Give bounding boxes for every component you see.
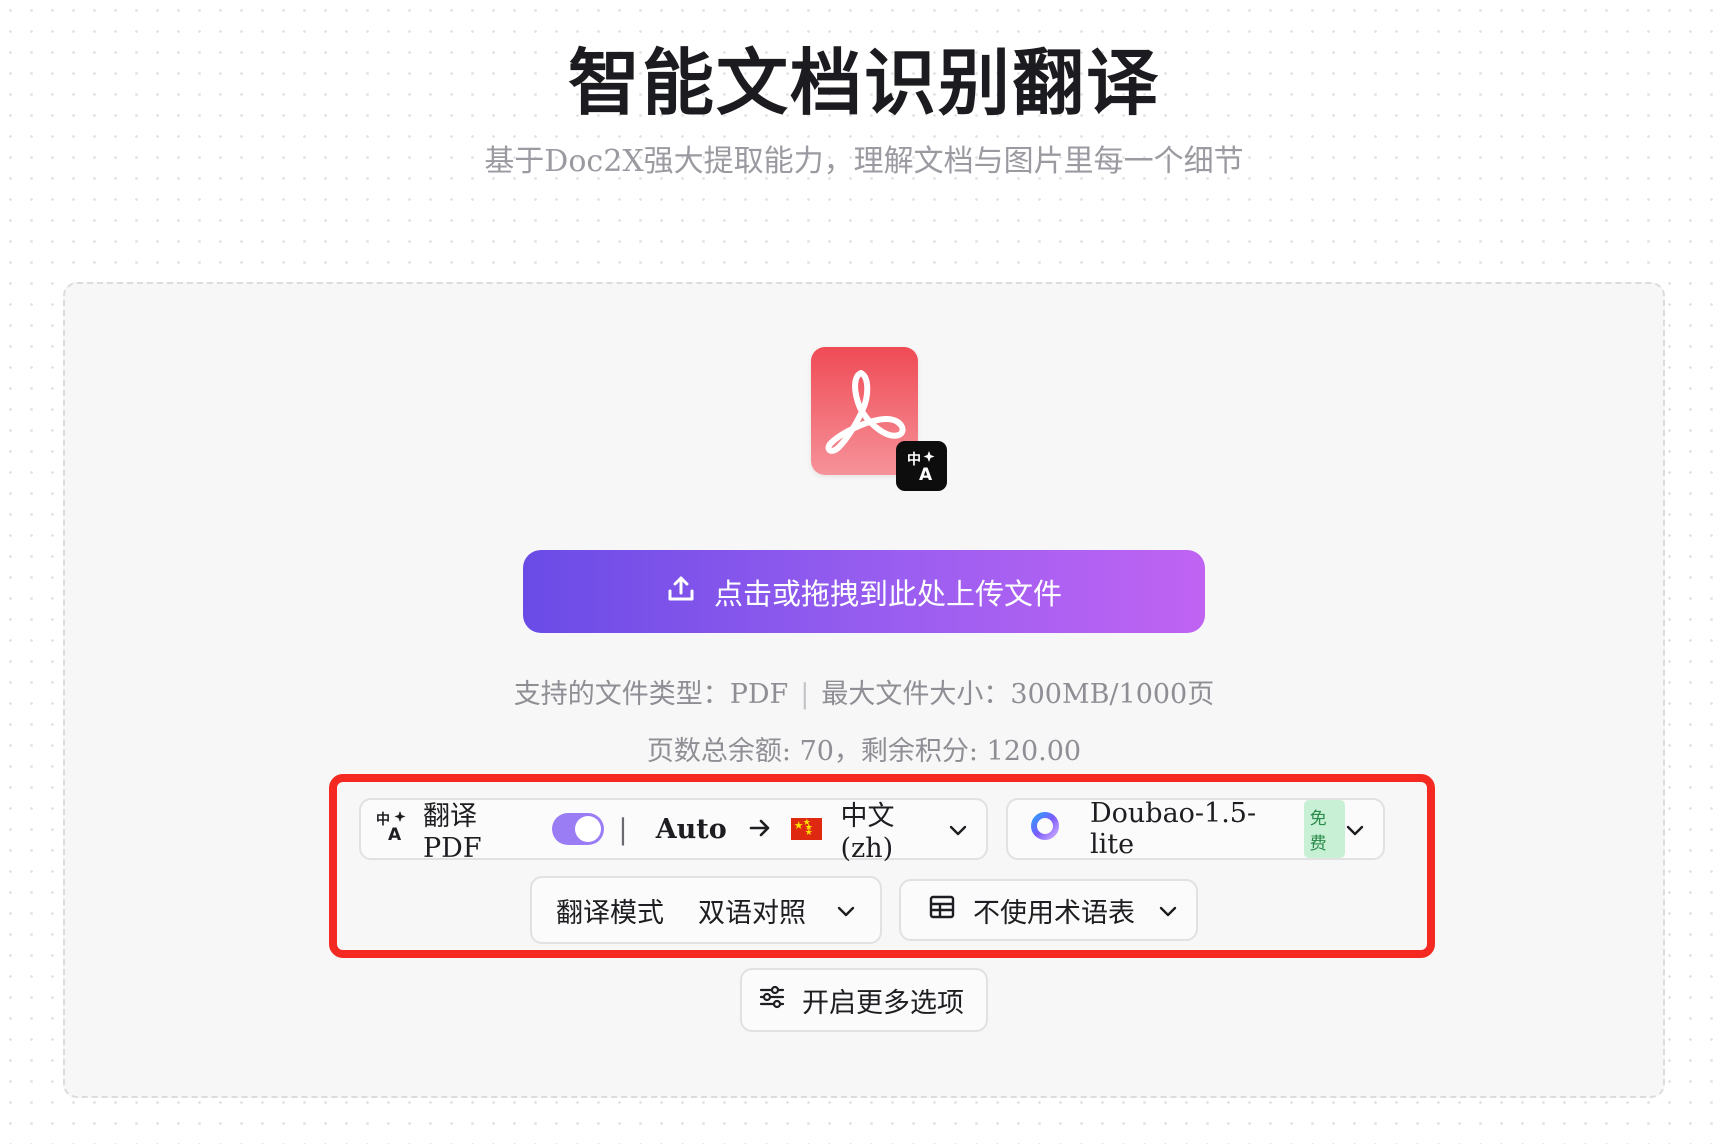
doubao-logo-icon (1030, 811, 1060, 848)
mode-value: 双语对照 (698, 897, 806, 929)
page-subtitle: 基于Doc2X强大提取能力，理解文档与图片里每一个细节 (484, 144, 1244, 179)
glossary-selector[interactable]: 不使用术语表 (899, 879, 1198, 941)
chevron-down-icon[interactable] (1345, 814, 1365, 845)
more-options-label: 开启更多选项 (802, 987, 964, 1019)
translate-toggle[interactable] (552, 813, 605, 845)
divider: | (618, 812, 628, 846)
model-name: Doubao-1.5-lite (1090, 798, 1257, 860)
upload-button[interactable]: 点击或拖拽到此处上传文件 (523, 550, 1205, 633)
chevron-down-icon[interactable] (948, 814, 968, 845)
sliders-icon (758, 984, 786, 1017)
translation-mode-selector[interactable]: 翻译模式 双语对照 (530, 876, 882, 944)
arrow-right-icon (749, 814, 771, 845)
translate-pdf-label: 翻译 PDF (423, 801, 482, 864)
table-icon (929, 894, 955, 927)
svg-text:A: A (388, 825, 402, 843)
supported-types: 支持的文件类型：PDF (513, 679, 789, 710)
translate-icon: 中 A (375, 809, 409, 850)
separator: | (800, 679, 810, 710)
chevron-down-icon[interactable] (836, 895, 856, 926)
target-language[interactable]: 中文 (zh) (840, 794, 948, 864)
page-title: 智能文档识别翻译 (567, 40, 1160, 125)
translation-language-selector[interactable]: 中 A 翻译 PDF | Auto ★ ★ ★ ★ 中文 (zh) (359, 798, 988, 864)
chevron-down-icon[interactable] (1158, 895, 1178, 926)
upload-button-label: 点击或拖拽到此处上传文件 (713, 576, 1062, 611)
more-options-button[interactable]: 开启更多选项 (740, 968, 988, 1032)
model-selector[interactable]: Doubao-1.5-lite 免费 (1006, 798, 1385, 860)
quota-info: 页数总余额: 70，剩余积分: 120.00 (646, 736, 1082, 767)
glossary-label: 不使用术语表 (973, 897, 1135, 929)
file-requirements: 支持的文件类型：PDF | 最大文件大小：300MB/1000页 (0, 675, 1728, 715)
svg-text:A: A (919, 465, 933, 483)
source-language[interactable]: Auto (656, 814, 727, 845)
free-badge: 免费 (1303, 800, 1345, 858)
china-flag-icon: ★ ★ ★ ★ (790, 818, 823, 840)
max-file-size: 最大文件大小：300MB/1000页 (821, 679, 1215, 710)
mode-label: 翻译模式 (556, 897, 664, 929)
translate-icon: 中 A (896, 441, 947, 491)
upload-icon (666, 573, 696, 610)
